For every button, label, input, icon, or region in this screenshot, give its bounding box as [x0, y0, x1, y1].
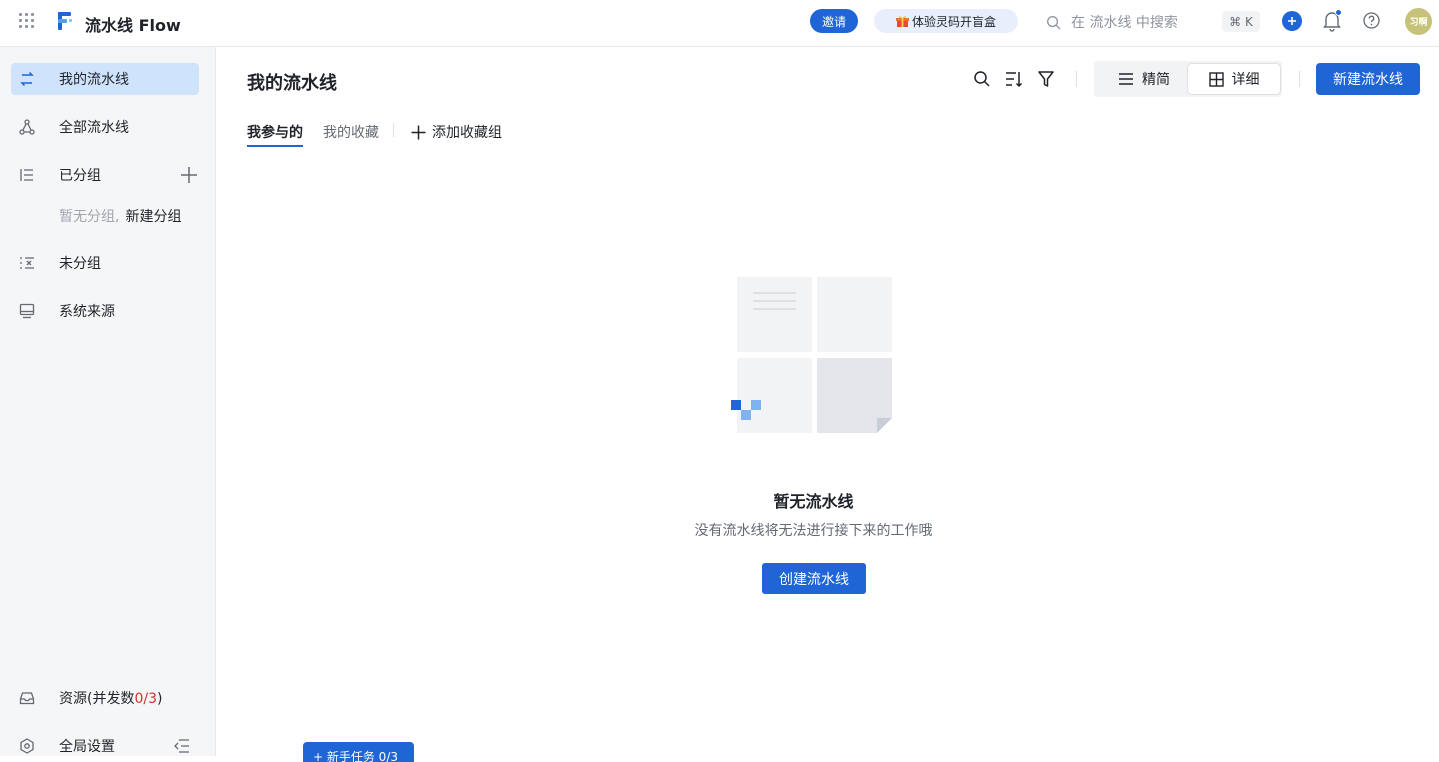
- plus-icon: [1288, 17, 1296, 25]
- toolbar-divider: [1076, 71, 1077, 87]
- settings-hexagon-icon: [20, 738, 34, 754]
- invite-button[interactable]: 邀请: [810, 9, 858, 33]
- search-icon: [1047, 15, 1061, 30]
- create-plus-button[interactable]: [1282, 11, 1302, 31]
- resources-suffix: ): [157, 691, 163, 707]
- pipeline-icon: [20, 71, 34, 87]
- view-compact-label: 精简: [1142, 72, 1170, 88]
- active-tab-indicator: [247, 145, 303, 147]
- grouped-list-icon: [20, 169, 33, 181]
- gift-label: 体验灵码开盲盒: [911, 14, 996, 29]
- sidebar-item-label: 已分组: [59, 168, 101, 184]
- notification-dot: [1335, 9, 1342, 16]
- gift-box-button[interactable]: 体验灵码开盲盒: [874, 9, 1018, 33]
- empty-state-title: 暂无流水线: [773, 492, 854, 511]
- main-content: 我的流水线 精简 详细 新建流水线 我参与的 我的收藏 添加收藏组 暂无流水线 …: [216, 47, 1439, 762]
- app-grid-icon[interactable]: [19, 13, 35, 29]
- search-icon[interactable]: [973, 70, 991, 88]
- view-compact-option[interactable]: 精简: [1098, 64, 1190, 94]
- sidebar-item-grouped[interactable]: 已分组: [11, 159, 199, 191]
- sidebar-item-label: 全局设置: [59, 739, 115, 755]
- create-pipeline-button[interactable]: 创建流水线: [762, 563, 866, 594]
- empty-group-text: 暂无分组,: [59, 209, 120, 225]
- search-shortcut-badge: ⌘ K: [1222, 11, 1260, 32]
- view-mode-toggle: 精简 详细: [1094, 61, 1282, 97]
- sidebar-item-label: 我的流水线: [59, 72, 129, 88]
- nodes-icon: [19, 119, 35, 135]
- grid-icon: [1208, 71, 1224, 87]
- filter-icon[interactable]: [1037, 70, 1055, 88]
- inbox-icon: [19, 692, 35, 705]
- tab-favorites[interactable]: 我的收藏: [323, 122, 379, 142]
- sidebar-item-my-pipelines[interactable]: 我的流水线: [11, 63, 199, 95]
- add-group-plus-icon[interactable]: [180, 166, 198, 184]
- ungrouped-list-icon: [20, 257, 34, 269]
- search-placeholder: 在 流水线 中搜索: [1071, 15, 1178, 31]
- sidebar-item-resources[interactable]: 资源(并发数0/3): [11, 682, 199, 714]
- sidebar-item-all-pipelines[interactable]: 全部流水线: [11, 111, 199, 143]
- sidebar-item-system-source[interactable]: 系统来源: [11, 295, 199, 327]
- view-detail-option[interactable]: 详细: [1188, 64, 1280, 94]
- monitor-icon: [19, 303, 35, 319]
- sidebar-item-label: 系统来源: [59, 304, 115, 320]
- sidebar-item-label: 全部流水线: [59, 120, 129, 136]
- add-favorite-group-button[interactable]: 添加收藏组: [411, 122, 502, 142]
- new-pipeline-button[interactable]: 新建流水线: [1316, 63, 1420, 95]
- new-group-link[interactable]: 新建分组: [125, 209, 181, 225]
- gift-icon: [895, 16, 909, 27]
- sidebar: 我的流水线 全部流水线 已分组 暂无分组, 新建分组 未分组 系统来源 资源(并…: [0, 47, 216, 756]
- newbie-tasks-tab[interactable]: + 新手任务 0/3: [303, 742, 414, 762]
- page-title: 我的流水线: [247, 73, 337, 94]
- empty-group-hint: 暂无分组, 新建分组: [59, 206, 181, 226]
- view-detail-label: 详细: [1231, 72, 1260, 88]
- plus-icon: [411, 125, 426, 139]
- help-icon[interactable]: [1363, 12, 1380, 29]
- tab-participated[interactable]: 我参与的: [247, 122, 303, 142]
- sidebar-item-global-settings[interactable]: 全局设置: [11, 730, 199, 762]
- top-bar: 流水线 Flow 邀请 体验灵码开盲盒 在 流水线 中搜索 ⌘ K 习啊: [0, 0, 1439, 47]
- resources-count: 0/3: [134, 691, 157, 707]
- tab-divider: [393, 123, 394, 137]
- user-avatar[interactable]: 习啊: [1405, 8, 1432, 35]
- app-title[interactable]: 流水线 Flow: [85, 12, 181, 36]
- sidebar-item-ungrouped[interactable]: 未分组: [11, 247, 199, 279]
- flow-logo-icon[interactable]: [56, 11, 74, 31]
- resources-label: 资源(并发数0/3): [59, 688, 162, 708]
- empty-state-description: 没有流水线将无法进行接下来的工作哦: [694, 523, 933, 539]
- sidebar-item-label: 未分组: [59, 256, 101, 272]
- resources-prefix: 资源(并发数: [59, 691, 135, 707]
- collapse-sidebar-icon[interactable]: [174, 738, 190, 754]
- toolbar-divider: [1299, 71, 1300, 87]
- add-favorite-group-label: 添加收藏组: [432, 125, 502, 141]
- sort-icon[interactable]: [1005, 70, 1023, 88]
- list-icon: [1119, 73, 1133, 85]
- empty-state-illustration: [731, 277, 892, 433]
